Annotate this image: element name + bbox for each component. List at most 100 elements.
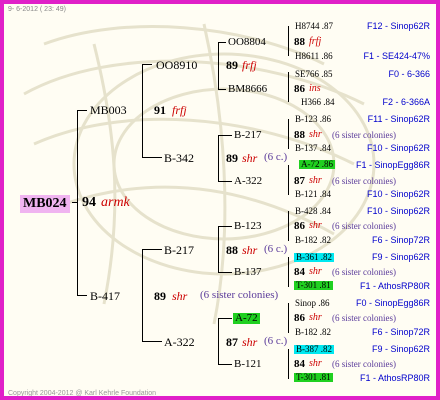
gen4-code[interactable]: T-301 .81 [294, 373, 333, 382]
gen4-source: F10 - Sinop62R [366, 143, 430, 153]
gen4-source: F10 - Sinop62R [366, 189, 430, 199]
gen2-year: 87 [226, 335, 238, 349]
gen4-code[interactable]: H8744 .87 [295, 22, 333, 31]
gen4-source: F0 - SinopEgg86R [355, 298, 430, 308]
gen2-code[interactable]: OO8910 [156, 59, 197, 71]
gen4-source: F11 - Sinop62R [367, 114, 430, 124]
gen3-note: (6 sister colonies) [332, 130, 396, 140]
gen3-breed: frfj [309, 36, 322, 47]
gen2-note: (6 c.) [264, 151, 288, 163]
connector [218, 226, 232, 227]
gen4-source: F6 - Sinop72R [371, 327, 430, 337]
connector [288, 257, 289, 287]
gen2-breed: shr [242, 243, 258, 257]
root-code[interactable]: MB024 [20, 195, 70, 213]
gen1-year: 91 [154, 103, 166, 117]
connector [218, 89, 226, 90]
gen3-code[interactable]: B-137 [234, 267, 262, 278]
gen4-code[interactable]: SE766 .85 [295, 70, 333, 79]
pedigree-frame: 9- 6-2012 ( 23: 49) Copyright 2004-2012 … [0, 0, 440, 400]
gen3-breed: shr [309, 312, 322, 323]
gen3-breed: shr [309, 266, 322, 277]
gen4-source: F1 - SE424-47% [363, 51, 430, 61]
gen4-code[interactable]: A-72 .86 [299, 160, 335, 169]
gen4-source: F10 - Sinop62R [366, 206, 430, 216]
gen3-year: 84 [294, 266, 305, 278]
gen3-code[interactable]: B-217 [234, 130, 262, 141]
connector [288, 72, 289, 102]
connector [142, 157, 162, 158]
connector [77, 110, 78, 296]
gen1-year: 89 [154, 289, 166, 303]
gen3-code[interactable]: A-72 [233, 313, 260, 324]
gen4-source: F9 - Sinop62R [371, 252, 430, 262]
gen4-source: F6 - Sinop72R [371, 235, 430, 245]
gen3-note: (6 sister colonies) [332, 267, 396, 277]
connector [142, 64, 152, 65]
connector [77, 110, 87, 111]
gen1-breed: shr [172, 289, 188, 303]
gen4-code[interactable]: B-428 .84 [295, 207, 331, 216]
gen4-code[interactable]: B-121 .84 [295, 190, 331, 199]
gen4-source: F9 - Sinop62R [371, 344, 430, 354]
gen2-code[interactable]: B-217 [164, 244, 194, 256]
gen4-source: F12 - Sinop62R [366, 21, 430, 31]
root-year: 94 [82, 195, 96, 210]
gen3-year: 86 [294, 312, 305, 324]
connector [288, 119, 289, 149]
gen3-year: 88 [294, 36, 305, 48]
gen1-code[interactable]: MB003 [90, 104, 127, 116]
gen3-note: (6 sister colonies) [332, 313, 396, 323]
connector [288, 26, 289, 56]
connector [218, 135, 219, 182]
gen3-year: 88 [294, 129, 305, 141]
gen3-breed: shr [309, 129, 322, 140]
gen3-code[interactable]: A-322 [234, 176, 262, 187]
gen2-year: 88 [226, 243, 238, 257]
gen4-code[interactable]: H366 .84 [301, 98, 335, 107]
gen3-code[interactable]: B-121 [234, 359, 262, 370]
gen2-breed: shr [242, 151, 258, 165]
gen3-year: 87 [294, 175, 305, 187]
gen3-year: 84 [294, 358, 305, 370]
gen4-code[interactable]: B-182 .82 [295, 236, 331, 245]
connector [218, 181, 232, 182]
gen3-note: (6 sister colonies) [332, 221, 396, 231]
gen4-code[interactable]: B-123 .86 [295, 115, 331, 124]
gen4-code[interactable]: B-361 .82 [294, 253, 334, 262]
gen3-note: (6 sister colonies) [332, 359, 396, 369]
connector [142, 64, 143, 158]
connector [218, 318, 232, 319]
copyright: Copyright 2004-2012 @ Karl Kehrle Founda… [8, 390, 156, 397]
connector [218, 364, 232, 365]
connector [288, 303, 289, 333]
connector [142, 341, 162, 342]
gen4-code[interactable]: B-137 .84 [295, 144, 331, 153]
gen4-code[interactable]: B-387 .82 [294, 345, 334, 354]
gen4-code[interactable]: H8611 .86 [295, 52, 333, 61]
root-breed: armk [101, 195, 130, 210]
gen3-breed: shr [309, 220, 322, 231]
gen4-code[interactable]: B-182 .82 [295, 328, 331, 337]
gen4-code[interactable]: Sinop .86 [295, 299, 330, 308]
gen3-code[interactable]: B-123 [234, 221, 262, 232]
gen2-code[interactable]: A-322 [164, 336, 195, 348]
gen3-breed: shr [309, 358, 322, 369]
gen3-breed: shr [309, 175, 322, 186]
gen4-code[interactable]: T-301 .81 [294, 281, 333, 290]
connector [218, 318, 219, 365]
connector [142, 249, 162, 250]
gen3-code[interactable]: BM8666 [228, 84, 267, 95]
gen4-source: F1 - AthosRP80R [359, 373, 430, 383]
gen1-note: (6 sister colonies) [200, 289, 279, 301]
connector [77, 295, 87, 296]
connector [218, 226, 219, 273]
connector [288, 349, 289, 379]
gen1-code[interactable]: B-417 [90, 290, 120, 302]
gen4-source: F2 - 6-366A [382, 97, 430, 107]
connector [142, 249, 143, 342]
gen2-code[interactable]: B-342 [164, 152, 194, 164]
gen3-code[interactable]: OO8804 [228, 37, 266, 48]
gen2-year: 89 [226, 58, 238, 72]
connector [218, 135, 232, 136]
